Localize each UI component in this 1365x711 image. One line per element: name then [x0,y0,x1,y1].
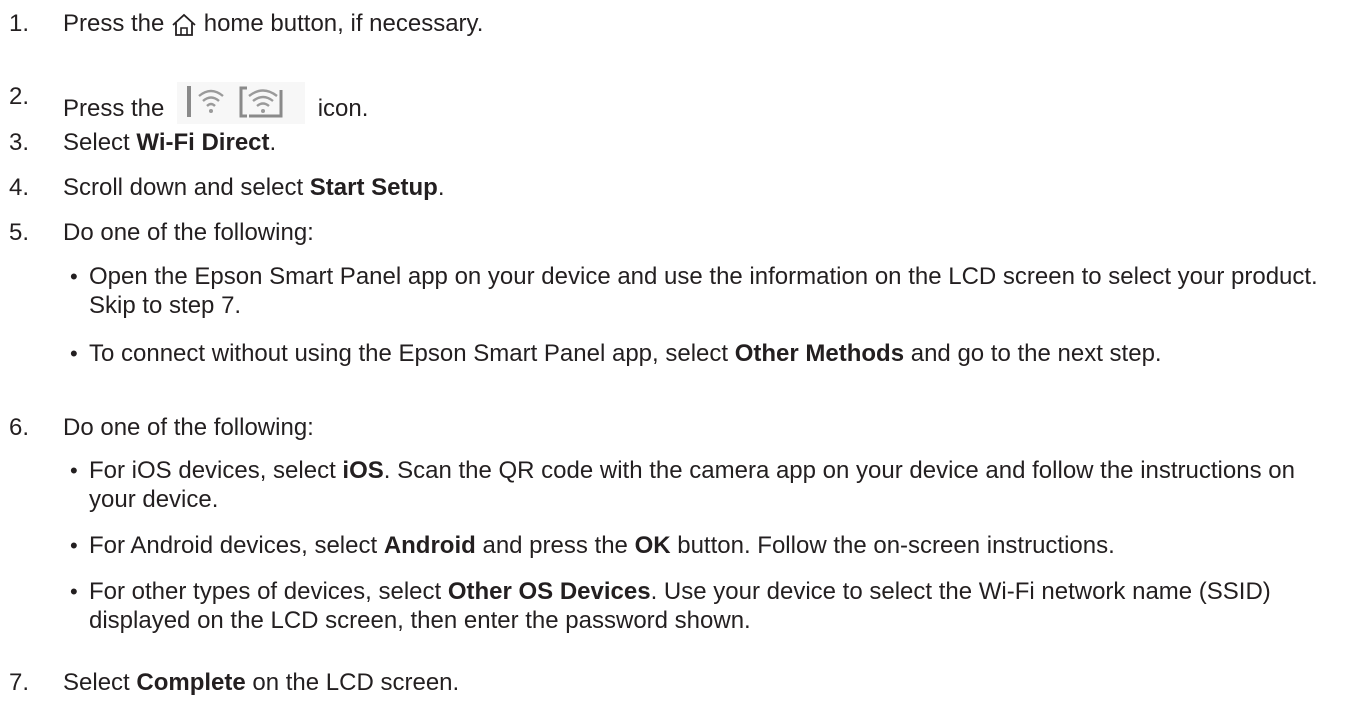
step-text: Do one of the following: [63,219,314,246]
bullet-marker: • [70,341,78,366]
bullet-marker: • [70,264,78,289]
home-icon [171,13,197,44]
wifi-status-icons [177,82,306,131]
list-item-text: Open the Epson Smart Panel app on your d… [89,263,1318,319]
step-text: Press the home button, if necessary. [63,9,1345,44]
step-text: Select Wi-Fi Direct. [63,129,277,156]
step-text: Do one of the following: [63,414,314,441]
step-number: 2. [9,83,30,110]
list-item-text: For iOS devices, select iOS. Scan the QR… [89,457,1295,513]
list-item-text: For other types of devices, select Other… [89,578,1271,634]
step-number: 3. [9,129,30,156]
step-number: 7. [9,669,30,696]
step-number: 6. [9,414,30,441]
list-item-text: To connect without using the Epson Smart… [89,340,1162,367]
step-number: 5. [9,219,30,246]
step-number: 1. [9,10,30,37]
step-number: 4. [9,174,30,201]
step-text: Scroll down and select Start Setup. [63,174,445,201]
instruction-document: 1. Press the home button, if necessary. … [0,0,1365,711]
list-item-text: For Android devices, select Android and … [89,532,1115,559]
bullet-marker: • [70,579,78,604]
bullet-marker: • [70,458,78,483]
bullet-marker: • [70,533,78,558]
step-text: Press the icon. [63,82,1345,131]
step-text: Select Complete on the LCD screen. [63,669,460,696]
